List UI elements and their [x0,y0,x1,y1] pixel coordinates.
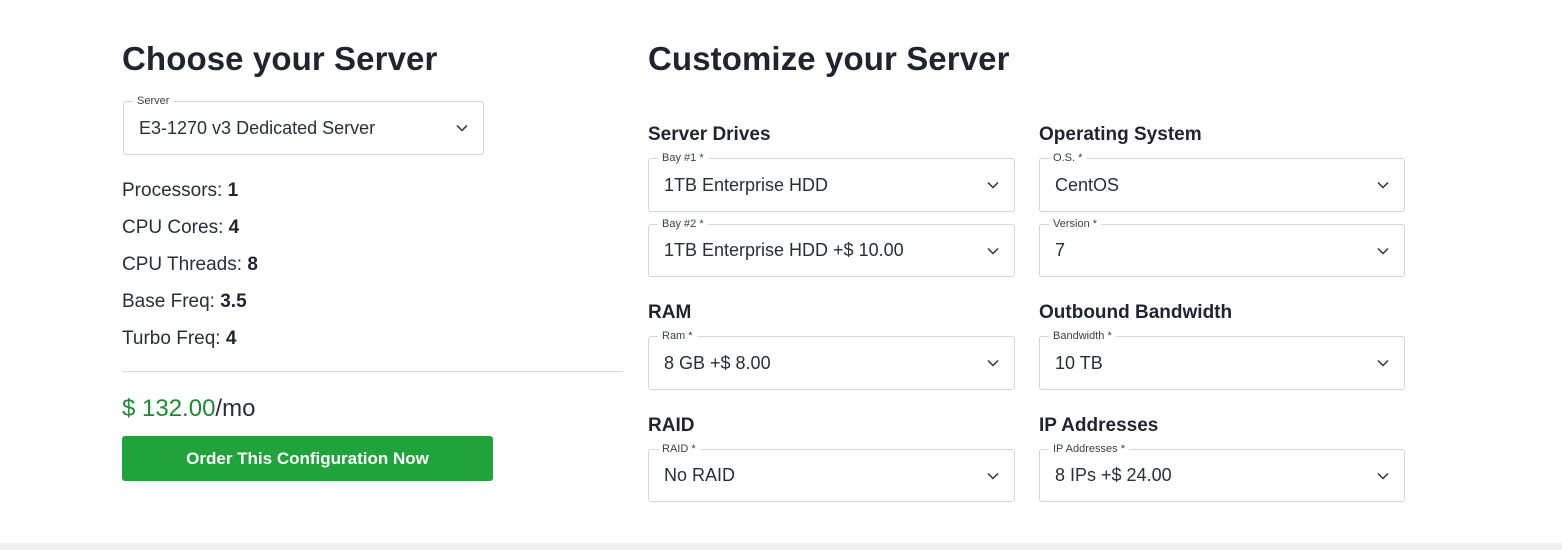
ip-addresses-select[interactable]: IP Addresses * 8 IPs +$ 24.00 [1039,443,1405,502]
bay1-select[interactable]: Bay #1 * 1TB Enterprise HDD [648,152,1015,212]
server-drives-heading: Server Drives [648,124,771,145]
chevron-down-icon [987,359,999,367]
order-configuration-button[interactable]: Order This Configuration Now [122,436,493,481]
raid-value: No RAID [664,465,736,485]
server-select-value: E3-1270 v3 Dedicated Server [139,117,376,138]
server-configurator-page: Choose your Server Server E3-1270 v3 Ded… [0,0,1562,550]
spec-cpu-threads: CPU Threads: 8 [122,254,258,275]
footer-strip [0,543,1562,550]
divider [122,371,623,372]
bandwidth-value: 10 TB [1055,352,1103,373]
spec-value: 8 [247,254,258,275]
operating-system-heading: Operating System [1039,124,1202,145]
spec-value: 3.5 [220,291,247,312]
bay1-value: 1TB Enterprise HDD [664,174,829,195]
ram-select[interactable]: Ram * 8 GB +$ 8.00 [648,330,1015,390]
spec-turbo-freq: Turbo Freq: 4 [122,328,237,349]
os-select[interactable]: O.S. * CentOS [1039,152,1405,212]
spec-processors: Processors: 1 [122,180,239,201]
raid-heading: RAID [648,415,695,436]
spec-value: 4 [228,217,240,238]
raid-select[interactable]: RAID * No RAID [648,443,1015,502]
bandwidth-heading: Outbound Bandwidth [1039,302,1233,323]
os-value: CentOS [1055,174,1120,195]
chevron-down-icon [1377,359,1389,367]
chevron-down-icon [987,472,999,480]
ip-addresses-heading: IP Addresses [1039,415,1159,436]
os-version-select[interactable]: Version * 7 [1039,218,1405,277]
chevron-down-icon [456,124,468,132]
spec-value: 1 [227,180,239,201]
price-period: /mo [215,395,256,422]
chevron-down-icon [1377,181,1389,189]
spec-label: CPU Threads [122,254,237,275]
server-select[interactable]: Server E3-1270 v3 Dedicated Server [123,95,484,155]
bay2-value: 1TB Enterprise HDD +$ 10.00 [664,240,904,260]
ip-addresses-value: 8 IPs +$ 24.00 [1055,465,1172,485]
monthly-price: $ 132.00/mo [122,395,255,423]
spec-label: Processors [122,180,218,201]
bay2-select[interactable]: Bay #2 * 1TB Enterprise HDD +$ 10.00 [648,218,1015,277]
ram-value: 8 GB +$ 8.00 [664,352,771,373]
spec-label: CPU Cores [122,217,219,238]
os-version-value: 7 [1055,240,1066,260]
chevron-down-icon [987,247,999,255]
choose-server-title: Choose your Server [122,40,438,77]
spec-base-freq: Base Freq: 3.5 [122,291,247,312]
spec-label: Turbo Freq [122,328,216,349]
spec-value: 4 [225,328,237,349]
chevron-down-icon [987,181,999,189]
price-amount: $ 132.00 [122,395,216,422]
chevron-down-icon [1377,247,1389,255]
spec-label: Base Freq [122,291,210,312]
spec-cpu-cores: CPU Cores: 4 [122,217,240,238]
chevron-down-icon [1377,472,1389,480]
bandwidth-select[interactable]: Bandwidth * 10 TB [1039,330,1405,390]
customize-server-title: Customize your Server [648,40,1010,77]
ram-heading: RAM [648,302,692,323]
